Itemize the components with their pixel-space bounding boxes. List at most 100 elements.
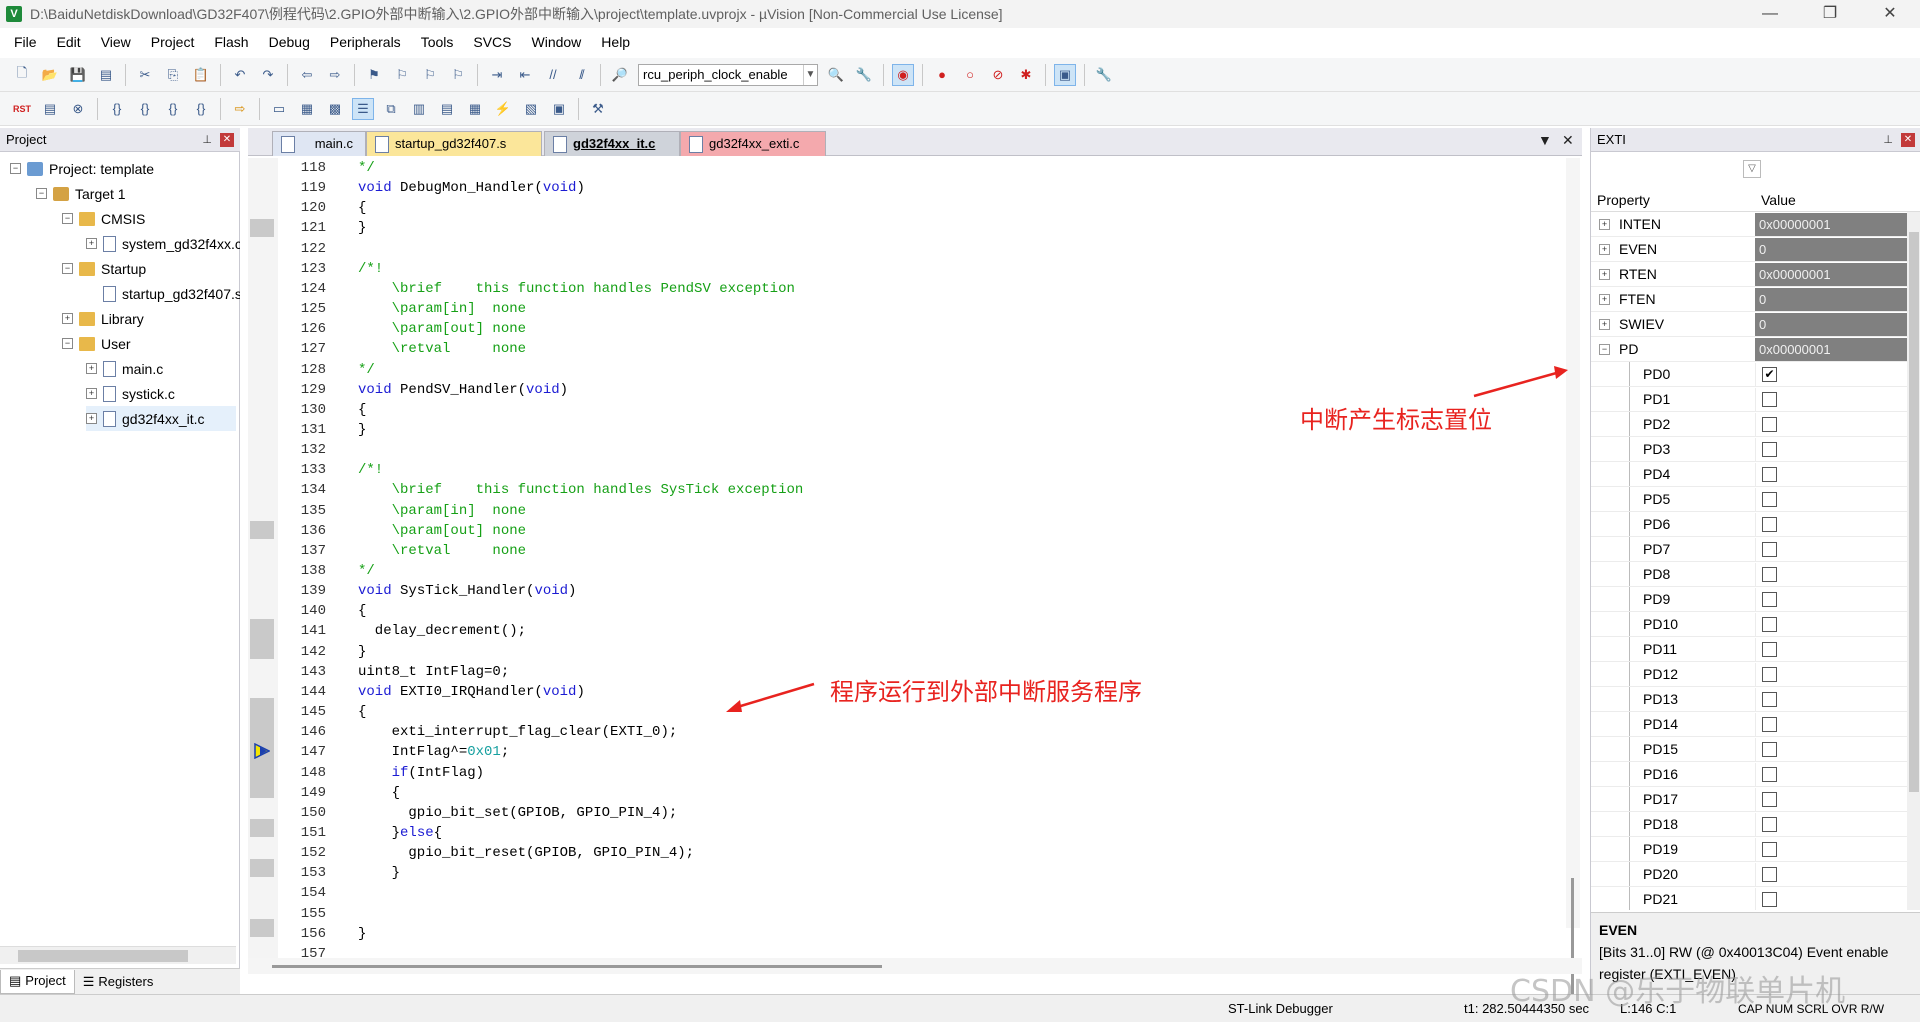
code-line[interactable]: 151 }else{ [278, 823, 1548, 843]
window-layout-icon[interactable]: ▣ [1054, 63, 1076, 86]
menu-edit[interactable]: Edit [47, 28, 91, 56]
command-window-icon[interactable]: ▭ [268, 98, 290, 120]
cut-icon[interactable]: ✂ [134, 64, 156, 86]
bit-row-pd1[interactable]: PD1 [1591, 387, 1907, 412]
menu-project[interactable]: Project [141, 28, 205, 56]
expand-icon[interactable]: + [86, 238, 97, 249]
code-line[interactable]: 155 [278, 904, 1548, 924]
disable-all-breakpoints-icon[interactable]: ⊘ [987, 64, 1009, 86]
tab-project[interactable]: ▤ Project [0, 969, 75, 994]
close-window-icon[interactable]: ✕ [1860, 0, 1920, 28]
code-line[interactable]: 129 void PendSV_Handler(void) [278, 380, 1548, 400]
open-file-icon[interactable]: 📂 [39, 64, 61, 86]
bit-row-pd12[interactable]: PD12 [1591, 662, 1907, 687]
bit-checkbox[interactable] [1762, 792, 1777, 807]
code-line[interactable]: 141 delay_decrement(); [278, 621, 1548, 641]
menu-svcs[interactable]: SVCS [463, 28, 521, 56]
scroll-thumb[interactable] [18, 950, 188, 962]
code-line[interactable]: 157 [278, 944, 1548, 958]
bit-row-pd19[interactable]: PD19 [1591, 837, 1907, 862]
expand-icon[interactable]: + [1599, 219, 1610, 230]
code-line[interactable]: 118 */ [278, 158, 1548, 178]
code-line[interactable]: 142} [278, 642, 1548, 662]
code-line[interactable]: 148 if(IntFlag) [278, 763, 1548, 783]
menu-view[interactable]: View [91, 28, 141, 56]
bit-checkbox[interactable] [1762, 467, 1777, 482]
collapse-icon[interactable]: − [10, 163, 21, 174]
bit-checkbox[interactable] [1762, 542, 1777, 557]
tab-list-icon[interactable]: ▼ [1538, 132, 1552, 148]
bit-checkbox[interactable] [1762, 567, 1777, 582]
tree-item-startup-file[interactable]: startup_gd32f407.s [103, 281, 240, 306]
copy-icon[interactable]: ⎘ [162, 64, 184, 86]
bookmark-next-icon[interactable]: ⚐ [419, 64, 441, 86]
register-value[interactable]: 0x00000001 [1755, 213, 1907, 236]
bit-checkbox[interactable] [1762, 492, 1777, 507]
bit-row-pd16[interactable]: PD16 [1591, 762, 1907, 787]
expand-icon[interactable]: − [1599, 344, 1610, 355]
editor-hscrollbar[interactable] [248, 958, 1582, 974]
bit-checkbox[interactable] [1762, 867, 1777, 882]
menu-tools[interactable]: Tools [411, 28, 464, 56]
expand-icon[interactable]: + [1599, 244, 1610, 255]
paste-icon[interactable]: 📋 [190, 64, 212, 86]
bit-checkbox[interactable] [1762, 642, 1777, 657]
watch-window-icon[interactable]: ▥ [408, 98, 430, 120]
code-line[interactable]: 156} [278, 924, 1548, 944]
expand-icon[interactable]: + [1599, 319, 1610, 330]
code-line[interactable]: 135 \param[in] none [278, 501, 1548, 521]
bit-row-pd10[interactable]: PD10 [1591, 612, 1907, 637]
run-to-cursor-icon[interactable]: {} [190, 98, 212, 120]
close-tab-icon[interactable]: ✕ [1562, 132, 1574, 149]
tree-item-project[interactable]: − Project: template [10, 156, 154, 181]
menu-window[interactable]: Window [522, 28, 592, 56]
tab-registers[interactable]: ☰ Registers [75, 970, 162, 994]
run-icon[interactable]: ▤ [39, 98, 61, 120]
code-line[interactable]: 121} [278, 218, 1548, 238]
code-line[interactable]: 146 exti_interrupt_flag_clear(EXTI_0); [278, 722, 1548, 742]
show-next-statement-icon[interactable]: ⇨ [229, 98, 251, 120]
expand-icon[interactable]: + [86, 413, 97, 424]
bookmark-prev-icon[interactable]: ⚐ [391, 64, 413, 86]
close-icon[interactable]: ✕ [220, 133, 234, 147]
code-area[interactable]: 118 */ 119 void DebugMon_Handler(void) 120 {1… [248, 158, 1582, 958]
code-line[interactable]: 133 /*! [278, 460, 1548, 480]
uncomment-icon[interactable]: /̸ [570, 64, 592, 86]
symbols-window-icon[interactable]: ▩ [324, 98, 346, 120]
menu-flash[interactable]: Flash [204, 28, 258, 56]
tree-item-system-file[interactable]: + system_gd32f4xx.c [86, 231, 240, 256]
code-line[interactable]: 152 gpio_bit_reset(GPIOB, GPIO_PIN_4); [278, 843, 1548, 863]
exti-vscrollbar[interactable] [1907, 212, 1920, 910]
register-value[interactable]: 0x00000001 [1755, 263, 1907, 286]
close-icon[interactable]: ✕ [1901, 133, 1915, 147]
bit-checkbox[interactable] [1762, 717, 1777, 732]
bit-row-pd20[interactable]: PD20 [1591, 862, 1907, 887]
system-viewer-icon[interactable]: ▣ [548, 98, 570, 120]
tab-main-c[interactable]: main.c [272, 131, 366, 156]
bit-checkbox[interactable] [1762, 817, 1777, 832]
bookmark-clear-icon[interactable]: ⚐ [447, 64, 469, 86]
indent-icon[interactable]: ⇥ [486, 64, 508, 86]
code-line[interactable]: 122 [278, 239, 1548, 259]
new-file-icon[interactable]: 🗋 [11, 64, 33, 86]
register-row-ften[interactable]: + FTEN 0 [1591, 287, 1907, 312]
insert-breakpoint-icon[interactable]: ● [931, 64, 953, 86]
bit-row-pd6[interactable]: PD6 [1591, 512, 1907, 537]
memory-window-icon[interactable]: ▤ [436, 98, 458, 120]
tab-startup[interactable]: startup_gd32f407.s [366, 131, 542, 156]
menu-help[interactable]: Help [591, 28, 640, 56]
code-line[interactable]: 150 gpio_bit_set(GPIOB, GPIO_PIN_4); [278, 803, 1548, 823]
minimize-icon[interactable]: — [1740, 0, 1800, 28]
tree-item-target[interactable]: − Target 1 [36, 181, 126, 206]
nav-forward-icon[interactable]: ⇨ [324, 64, 346, 86]
code-line[interactable]: 119 void DebugMon_Handler(void) [278, 178, 1548, 198]
chevron-down-icon[interactable]: ▼ [803, 64, 817, 85]
bit-row-pd7[interactable]: PD7 [1591, 537, 1907, 562]
toolbox-icon[interactable]: ⚒ [587, 98, 609, 120]
bit-checkbox[interactable] [1762, 892, 1777, 907]
debug-session-icon[interactable]: ◉ [892, 63, 914, 86]
restore-icon[interactable]: ❐ [1800, 0, 1860, 28]
menu-debug[interactable]: Debug [259, 28, 320, 56]
scroll-thumb[interactable] [1909, 232, 1919, 792]
step-into-icon[interactable]: {} [106, 98, 128, 120]
